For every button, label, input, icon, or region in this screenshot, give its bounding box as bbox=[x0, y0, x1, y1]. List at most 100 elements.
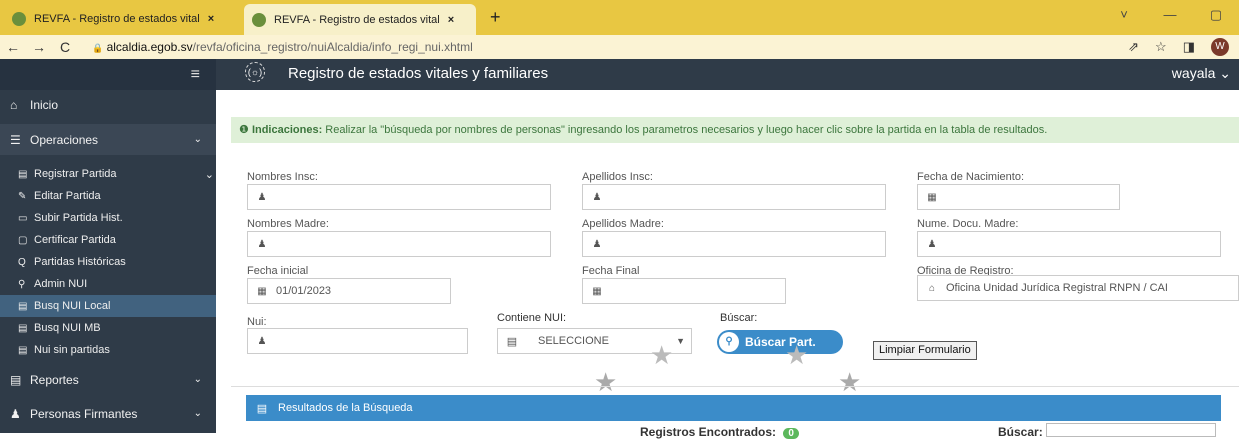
sidebar-item-certificar-partida[interactable]: ▢ Certificar Partida bbox=[0, 229, 216, 251]
nui-input[interactable]: ♟ bbox=[247, 328, 468, 354]
side-panel-icon[interactable]: ◨ bbox=[1183, 39, 1195, 55]
nui-label: Nui: bbox=[247, 316, 267, 328]
apellidos-insc-label: Apellidos Insc: bbox=[582, 171, 653, 183]
url-field[interactable]: 🔒 alcaldia.egob.sv/revfa/oficina_registr… bbox=[92, 40, 473, 54]
fecha-nacimiento-input[interactable]: ▦ bbox=[917, 184, 1120, 210]
sidebar-item-nui-sin-partidas[interactable]: ▤ Nui sin partidas bbox=[0, 339, 216, 361]
tab-search-icon[interactable]: ˅ bbox=[1101, 0, 1147, 35]
profile-avatar[interactable]: W bbox=[1211, 38, 1229, 56]
buscar-partida-button[interactable]: ⚲ Búscar Part. bbox=[717, 330, 843, 354]
calendar-icon: ▦ bbox=[927, 191, 937, 203]
fecha-inicial-input[interactable]: ▦ 01/01/2023 bbox=[247, 278, 451, 304]
bookmark-star-icon[interactable]: ☆ bbox=[1155, 39, 1167, 55]
sidebar-item-editar-partida[interactable]: ✎ Editar Partida bbox=[0, 185, 216, 207]
sidebar-item-busq-nui-mb[interactable]: ▤ Busq NUI MB bbox=[0, 317, 216, 339]
close-tab-icon[interactable]: × bbox=[208, 13, 214, 25]
nombres-insc-input[interactable]: ♟ bbox=[247, 184, 551, 210]
results-count: Registros Encontrados: 0 bbox=[640, 425, 799, 439]
limpiar-formulario-button[interactable]: Limpiar Formulario bbox=[873, 341, 977, 360]
fecha-final-label: Fecha Final bbox=[582, 265, 640, 277]
tab-title: REVFA - Registro de estados vital bbox=[274, 13, 440, 26]
home-icon: ⌂ bbox=[928, 282, 936, 294]
url-host: alcaldia.egob.sv bbox=[106, 40, 193, 54]
sidebar: ≡ ⌂ Inicio ☰ Operaciones ⌄ ▤ Registrar P… bbox=[0, 59, 216, 433]
key-icon: ⚲ bbox=[18, 278, 26, 290]
buscar-label: Búscar: bbox=[720, 312, 758, 324]
document-icon: ▤ bbox=[506, 335, 518, 348]
chevron-down-icon: ⌄ bbox=[193, 134, 202, 145]
info-alert-label: Indicaciones: bbox=[251, 124, 323, 136]
list-icon: ☰ bbox=[10, 132, 21, 147]
search-icon: Q bbox=[18, 256, 26, 268]
forward-button[interactable]: → bbox=[26, 39, 52, 55]
oficina-select[interactable]: ⌂ Oficina Unidad Jurídica Registral RNPN… bbox=[917, 275, 1239, 301]
new-tab-button[interactable]: + bbox=[490, 7, 501, 28]
nombres-madre-input[interactable]: ♟ bbox=[247, 231, 551, 257]
browser-tab[interactable]: REVFA - Registro de estados vital × bbox=[4, 6, 240, 31]
sidebar-item-operaciones[interactable]: ☰ Operaciones ⌄ bbox=[0, 124, 216, 155]
sidebar-item-label: Reportes bbox=[30, 372, 79, 387]
browser-toolbar-right: ⇗ ☆ ◨ W bbox=[1128, 38, 1229, 56]
sidebar-item-reportes[interactable]: ▤ Reportes ⌄ bbox=[0, 364, 216, 395]
oficina-value: Oficina Unidad Jurídica Registral RNPN /… bbox=[946, 282, 1168, 294]
apellidos-madre-input[interactable]: ♟ bbox=[582, 231, 886, 257]
results-search-input[interactable] bbox=[1046, 423, 1216, 437]
info-alert-text: Realizar la "búsqueda por nombres de per… bbox=[322, 124, 1048, 136]
sidebar-item-label: Busq NUI MB bbox=[34, 322, 101, 334]
sidebar-item-label: Personas Firmantes bbox=[30, 406, 138, 421]
close-tab-icon[interactable]: × bbox=[448, 14, 454, 26]
sidebar-item-registrar-partida[interactable]: ▤ Registrar Partida ⌄ bbox=[0, 163, 216, 185]
chevron-down-icon: ⌄ bbox=[204, 168, 214, 181]
maximize-button[interactable]: ▢ bbox=[1193, 0, 1239, 35]
back-button[interactable]: ← bbox=[0, 39, 26, 55]
sidebar-item-subir-partida[interactable]: ▭ Subir Partida Hist. bbox=[0, 207, 216, 229]
apellidos-madre-label: Apellidos Madre: bbox=[582, 218, 664, 230]
sidebar-item-admin-nui[interactable]: ⚲ Admin NUI bbox=[0, 273, 216, 295]
card-icon: ▤ bbox=[18, 344, 28, 356]
sidebar-item-inicio[interactable]: ⌂ Inicio bbox=[0, 90, 216, 120]
sidebar-item-label: Admin NUI bbox=[34, 278, 88, 290]
chevron-down-icon: ⌄ bbox=[193, 374, 202, 385]
sidebar-item-label: Registrar Partida bbox=[34, 168, 117, 180]
results-panel-header: ▤ Resultados de la Búsqueda bbox=[246, 395, 1221, 421]
calendar-icon: ▦ bbox=[592, 285, 602, 297]
doc-madre-input[interactable]: ♟ bbox=[917, 231, 1221, 257]
reload-button[interactable]: C bbox=[52, 39, 78, 55]
menu-toggle-icon[interactable]: ≡ bbox=[0, 59, 216, 90]
sidebar-item-personas-firmantes[interactable]: ♟ Personas Firmantes ⌄ bbox=[0, 398, 216, 429]
card-icon: ▤ bbox=[18, 322, 28, 334]
sidebar-item-label: Partidas Históricas bbox=[34, 256, 126, 268]
sidebar-item-label: Busq NUI Local bbox=[34, 300, 111, 312]
results-title: Resultados de la Búsqueda bbox=[278, 402, 413, 414]
user-icon: ♟ bbox=[10, 406, 21, 421]
edit-icon: ✎ bbox=[18, 190, 27, 202]
card-icon: ▤ bbox=[18, 300, 28, 312]
fecha-final-input[interactable]: ▦ bbox=[582, 278, 786, 304]
doc-madre-label: Nume. Docu. Madre: bbox=[917, 218, 1019, 230]
fecha-inicial-value: 01/01/2023 bbox=[276, 285, 332, 297]
certificate-icon: ▢ bbox=[18, 234, 28, 246]
upload-icon: ▭ bbox=[18, 212, 28, 224]
contiene-nui-value: SELECCIONE bbox=[538, 335, 609, 347]
apellidos-insc-input[interactable]: ♟ bbox=[582, 184, 886, 210]
register-icon: ▤ bbox=[18, 168, 28, 180]
info-icon: ❶ bbox=[239, 124, 249, 136]
user-icon: ♟ bbox=[592, 238, 602, 250]
calendar-icon: ▦ bbox=[257, 285, 267, 297]
user-menu[interactable]: wayala ⌄ bbox=[1172, 65, 1231, 82]
home-icon: ⌂ bbox=[10, 98, 18, 112]
app-logo: (☼) bbox=[245, 62, 265, 82]
page-title: Registro de estados vitales y familiares bbox=[288, 65, 549, 82]
url-path: /revfa/oficina_registro/nuiAlcaldia/info… bbox=[192, 40, 473, 54]
results-search-label: Búscar: bbox=[998, 425, 1043, 439]
browser-tab-active[interactable]: REVFA - Registro de estados vital × bbox=[244, 4, 476, 35]
share-icon[interactable]: ⇗ bbox=[1128, 39, 1139, 55]
site-favicon-icon bbox=[12, 11, 26, 26]
sidebar-item-busq-nui-local[interactable]: ▤ Busq NUI Local bbox=[0, 295, 216, 317]
user-icon: ♟ bbox=[927, 238, 937, 250]
section-divider bbox=[231, 386, 1239, 387]
star-decoration-icon: ★ bbox=[594, 367, 618, 397]
sidebar-item-partidas-historicas[interactable]: Q Partidas Históricas bbox=[0, 251, 216, 273]
minimize-button[interactable]: — bbox=[1147, 0, 1193, 35]
fecha-nacimiento-label: Fecha de Nacimiento: bbox=[917, 171, 1024, 183]
